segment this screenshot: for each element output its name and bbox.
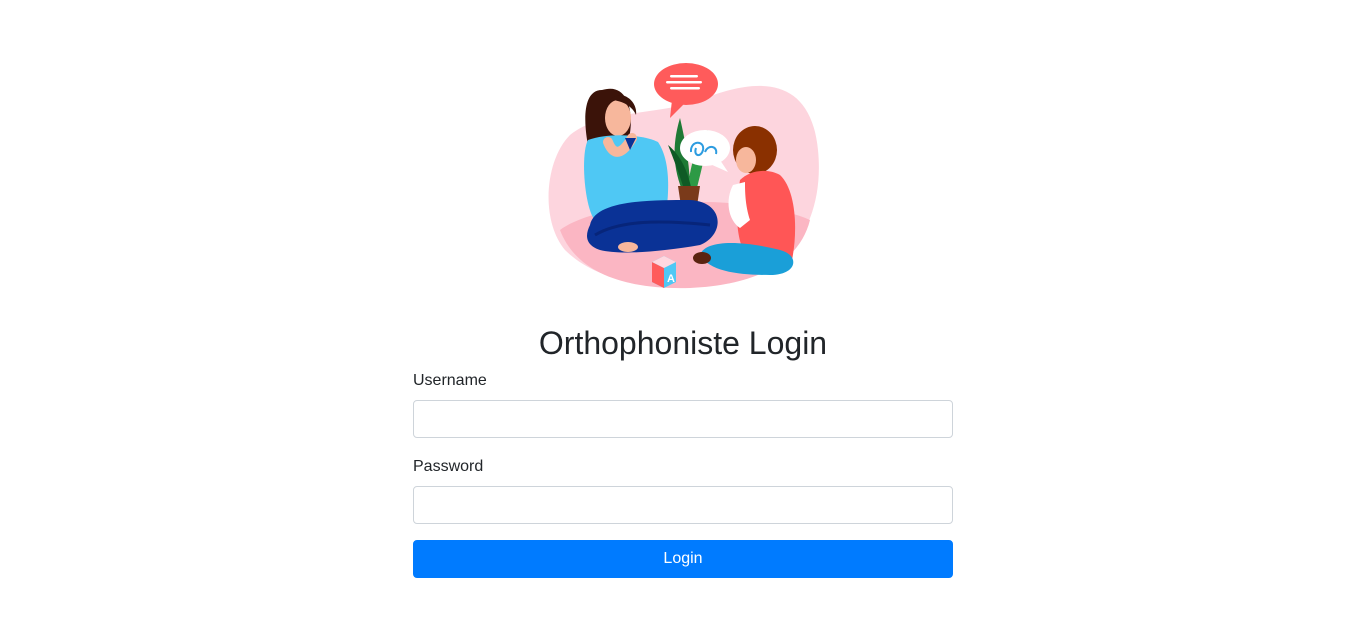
login-button[interactable]: Login (413, 540, 953, 578)
svg-text:A: A (667, 273, 675, 285)
toy-block: A (652, 256, 676, 288)
username-label: Username (413, 372, 487, 389)
password-label: Password (413, 458, 484, 475)
speech-therapy-illustration-icon: A (548, 63, 819, 289)
login-page: A Orthophoniste Login Username Password … (0, 0, 1366, 619)
username-input[interactable] (413, 400, 953, 438)
page-title: Orthophoniste Login (538, 325, 828, 361)
password-input[interactable] (413, 486, 953, 524)
